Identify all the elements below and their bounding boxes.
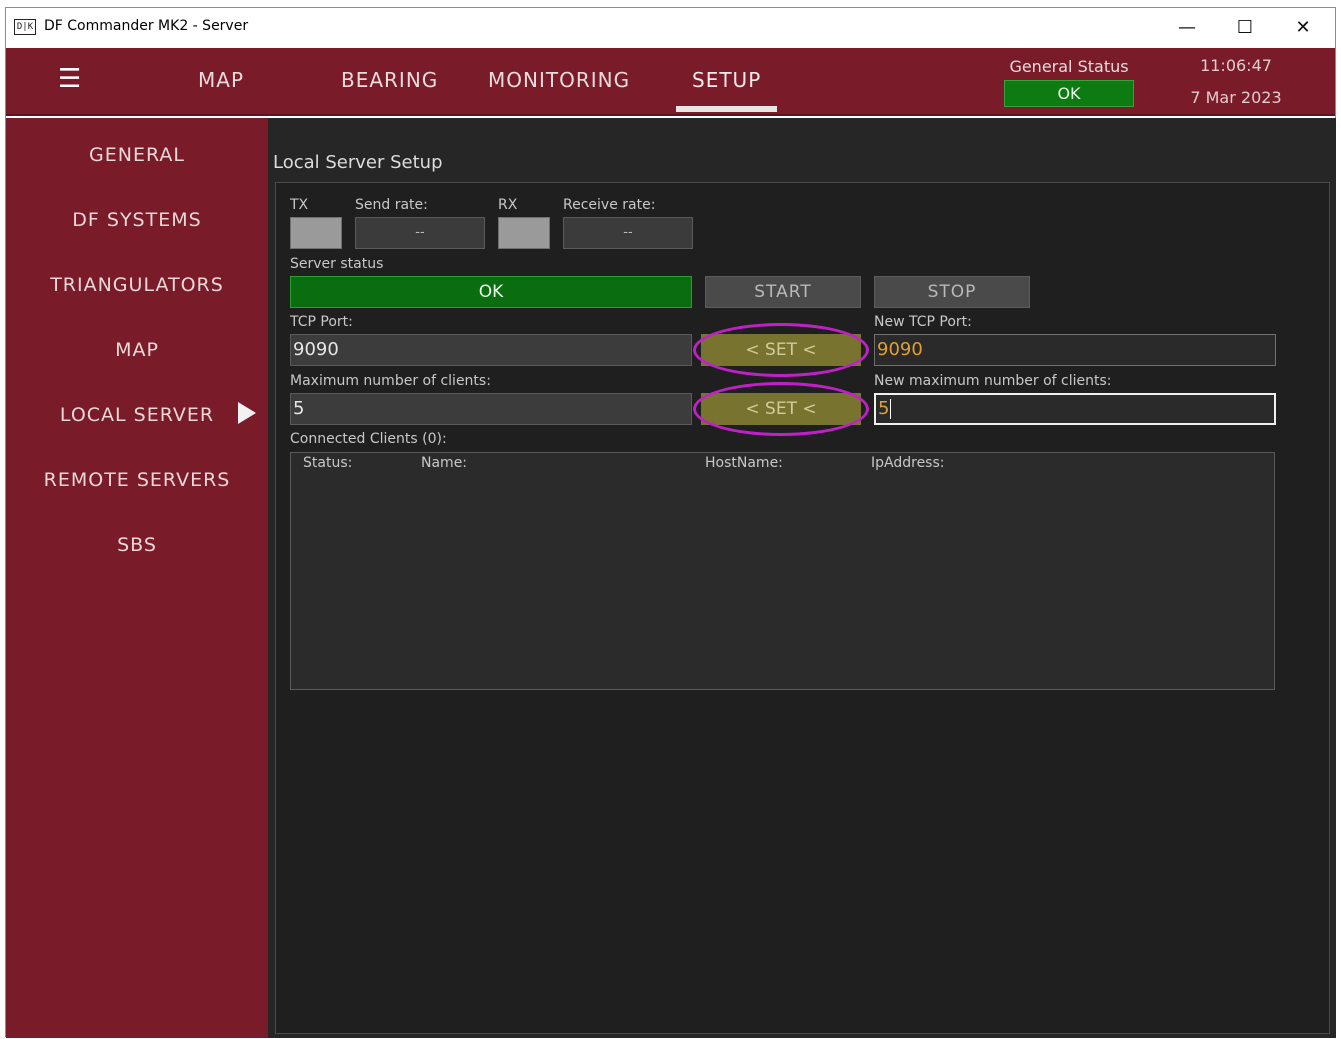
tcp-port-label: TCP Port: bbox=[290, 314, 353, 330]
title-bar: D|K DF Commander MK2 - Server — ☐ ✕ bbox=[6, 8, 1335, 48]
window-title: DF Commander MK2 - Server bbox=[44, 18, 249, 34]
start-button[interactable]: START bbox=[705, 276, 861, 308]
sidebar-item-df-systems[interactable]: DF SYSTEMS bbox=[6, 209, 268, 231]
highlight-annotation bbox=[693, 323, 869, 377]
tcp-port-field: 9090 bbox=[290, 334, 692, 366]
new-max-clients-label: New maximum number of clients: bbox=[874, 373, 1112, 389]
receive-rate-label: Receive rate: bbox=[563, 197, 656, 213]
minimize-icon[interactable]: — bbox=[1158, 8, 1216, 48]
page-title: Local Server Setup bbox=[273, 152, 443, 173]
connected-clients-table[interactable]: Status: Name: HostName: IpAddress: bbox=[290, 452, 1275, 690]
general-status-badge: OK bbox=[1004, 80, 1134, 107]
column-header-status[interactable]: Status: bbox=[303, 455, 352, 471]
sidebar-item-remote-servers[interactable]: REMOTE SERVERS bbox=[6, 469, 268, 491]
new-max-clients-value: 5 bbox=[878, 398, 890, 419]
server-status-badge: OK bbox=[290, 276, 692, 308]
column-header-ipaddress[interactable]: IpAddress: bbox=[871, 455, 945, 471]
rx-label: RX bbox=[498, 197, 518, 213]
sidebar-item-map[interactable]: MAP bbox=[6, 339, 268, 361]
text-cursor bbox=[890, 399, 892, 419]
new-max-clients-input[interactable]: 5 bbox=[874, 393, 1276, 425]
maximize-icon[interactable]: ☐ bbox=[1216, 8, 1274, 48]
receive-rate-value: -- bbox=[563, 217, 693, 249]
highlight-annotation bbox=[693, 382, 869, 436]
sidebar-item-local-server[interactable]: LOCAL SERVER bbox=[6, 404, 268, 426]
send-rate-label: Send rate: bbox=[355, 197, 428, 213]
tx-indicator bbox=[290, 217, 342, 249]
sidebar-item-sbs[interactable]: SBS bbox=[6, 534, 268, 556]
setup-sidebar: GENERAL DF SYSTEMS TRIANGULATORS MAP LOC… bbox=[6, 118, 268, 1038]
general-status-label: General Status bbox=[1009, 57, 1129, 76]
hamburger-menu-icon[interactable]: ☰ bbox=[58, 64, 81, 94]
connected-clients-label: Connected Clients (0): bbox=[290, 431, 447, 447]
sidebar-item-general[interactable]: GENERAL bbox=[6, 144, 268, 166]
close-icon[interactable]: ✕ bbox=[1274, 8, 1332, 48]
main-content: Local Server Setup TX Send rate: -- RX R… bbox=[268, 118, 1336, 1038]
sidebar-item-triangulators[interactable]: TRIANGULATORS bbox=[6, 274, 268, 296]
tab-setup[interactable]: SETUP bbox=[692, 68, 761, 92]
column-header-hostname[interactable]: HostName: bbox=[705, 455, 783, 471]
tab-bearing[interactable]: BEARING bbox=[341, 68, 438, 92]
active-item-arrow-icon bbox=[238, 402, 256, 424]
app-window: D|K DF Commander MK2 - Server — ☐ ✕ ☰ MA… bbox=[5, 7, 1336, 1038]
tab-map[interactable]: MAP bbox=[198, 68, 244, 92]
max-clients-label: Maximum number of clients: bbox=[290, 373, 491, 389]
new-tcp-port-input[interactable]: 9090 bbox=[874, 334, 1276, 366]
column-header-name[interactable]: Name: bbox=[421, 455, 467, 471]
df-commander-logo-icon: D|K bbox=[14, 19, 36, 35]
new-tcp-port-label: New TCP Port: bbox=[874, 314, 972, 330]
tab-monitoring[interactable]: MONITORING bbox=[488, 68, 630, 92]
rx-indicator bbox=[498, 217, 550, 249]
send-rate-value: -- bbox=[355, 217, 485, 249]
clock-time: 11:06:47 bbox=[1200, 56, 1272, 75]
active-tab-indicator bbox=[676, 106, 777, 112]
top-nav-bar: ☰ MAP BEARING MONITORING SETUP General S… bbox=[6, 48, 1335, 116]
stop-button[interactable]: STOP bbox=[874, 276, 1030, 308]
max-clients-field: 5 bbox=[290, 393, 692, 425]
server-status-label: Server status bbox=[290, 256, 384, 272]
tx-label: TX bbox=[290, 197, 309, 213]
local-server-panel: TX Send rate: -- RX Receive rate: -- Ser… bbox=[275, 182, 1330, 1034]
clock-date: 7 Mar 2023 bbox=[1190, 88, 1282, 107]
